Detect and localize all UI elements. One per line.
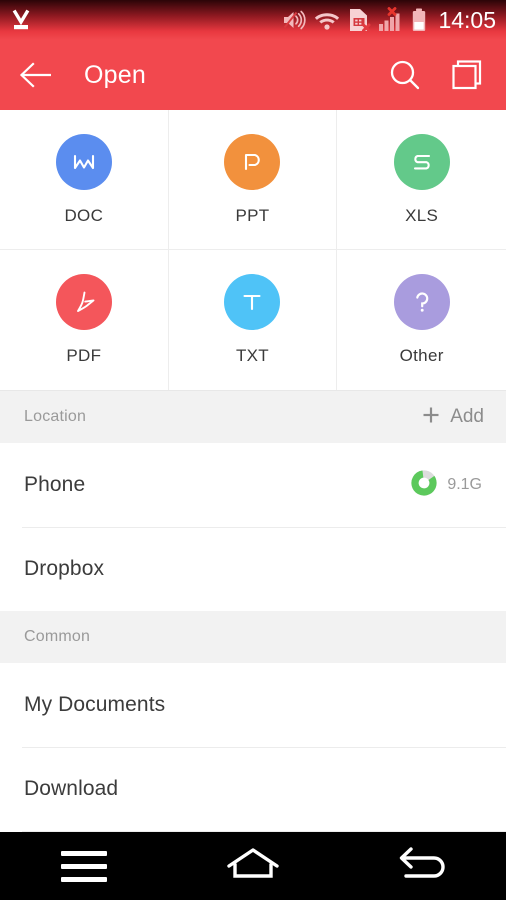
volume-muted-icon xyxy=(282,8,307,32)
file-type-ppt[interactable]: PPT xyxy=(168,110,338,250)
back-arrow-icon xyxy=(394,844,450,889)
file-type-label: PDF xyxy=(66,346,102,365)
section-title: Location xyxy=(24,408,87,425)
file-type-label: XLS xyxy=(405,205,439,225)
system-navigation-bar xyxy=(0,832,506,900)
other-question-icon xyxy=(393,274,450,330)
app-bar: Open xyxy=(0,40,506,110)
search-icon[interactable] xyxy=(388,58,422,92)
file-type-other[interactable]: Other xyxy=(337,250,506,390)
signal-bars-no-service-icon xyxy=(378,7,404,33)
copy-layers-icon[interactable] xyxy=(450,58,484,92)
list-item-label: Dropbox xyxy=(24,557,105,580)
storage-ring-icon xyxy=(411,469,437,501)
location-list: Phone 9.1G Dropbox xyxy=(0,443,506,611)
list-item-download[interactable]: Download xyxy=(0,747,506,831)
plus-icon xyxy=(420,404,442,431)
txt-icon xyxy=(224,274,281,330)
list-item-label: Phone xyxy=(24,473,86,496)
section-header-common: Common xyxy=(0,611,506,663)
xls-icon xyxy=(393,133,450,190)
wifi-icon xyxy=(314,9,340,31)
file-type-label: PPT xyxy=(235,205,270,225)
list-item-dropbox[interactable]: Dropbox xyxy=(0,527,506,611)
home-icon xyxy=(225,844,281,889)
file-type-txt[interactable]: TXT xyxy=(169,250,338,390)
list-item-label: My Documents xyxy=(24,693,166,716)
file-type-label: DOC xyxy=(64,205,104,225)
add-location-label: Add xyxy=(450,406,484,427)
menu-button[interactable] xyxy=(29,832,139,900)
hamburger-menu-icon xyxy=(61,850,108,882)
download-icon xyxy=(8,7,34,33)
file-type-pdf[interactable]: PDF xyxy=(0,250,169,390)
pdf-icon xyxy=(55,274,112,330)
app-bar-actions xyxy=(388,58,484,92)
app-screen: 14:05 Open DOC PPT XLS PDF TXT Other Loc… xyxy=(0,0,506,900)
home-button[interactable] xyxy=(198,832,308,900)
list-item-my-documents[interactable]: My Documents xyxy=(0,663,506,747)
status-bar-right-icons: 14:05 xyxy=(282,7,496,34)
back-arrow-icon[interactable] xyxy=(18,61,54,89)
ppt-icon xyxy=(224,133,281,190)
storage-size-label: 9.1G xyxy=(447,476,482,493)
file-type-xls[interactable]: XLS xyxy=(337,110,506,250)
file-type-label: TXT xyxy=(235,346,269,365)
status-bar-clock: 14:05 xyxy=(438,6,496,33)
common-list: My Documents Download xyxy=(0,663,506,832)
list-item-phone[interactable]: Phone 9.1G xyxy=(0,443,506,527)
add-location-button[interactable]: Add xyxy=(420,404,484,431)
sim-card-error-icon xyxy=(347,7,371,33)
back-button[interactable] xyxy=(367,832,477,900)
battery-icon xyxy=(411,7,427,33)
file-type-grid: DOC PPT XLS PDF TXT Other xyxy=(0,110,506,391)
file-type-doc[interactable]: DOC xyxy=(0,110,169,250)
page-title: Open xyxy=(84,60,146,89)
list-item-label: Download xyxy=(24,777,119,800)
status-bar-left-icons xyxy=(8,7,34,33)
file-type-label: Other xyxy=(399,346,444,365)
section-title: Common xyxy=(24,628,91,645)
doc-icon xyxy=(55,133,112,190)
list-item-meta-group: 9.1G xyxy=(411,469,482,501)
status-bar: 14:05 xyxy=(0,0,506,40)
section-header-location: Location Add xyxy=(0,391,506,443)
